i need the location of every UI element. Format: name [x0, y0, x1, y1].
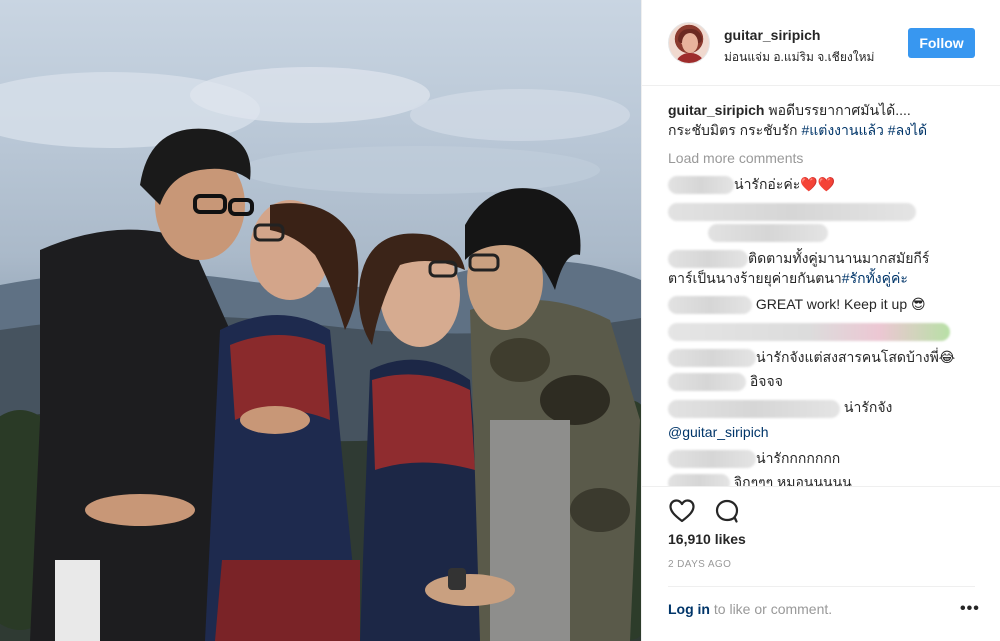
comment-item: จิกๆๆๆ หมอนนนนน: [668, 472, 977, 486]
likes-count[interactable]: 16,910 likes: [668, 531, 746, 547]
divider: [642, 486, 1000, 487]
blurred-comment: [668, 322, 950, 341]
comment-item: ติดตามทั้งคู่มานานมากสมัยกีร์ ตาร์เป็นนา…: [668, 248, 977, 288]
blurred-username: [668, 349, 756, 368]
comment-mention[interactable]: @guitar_siripich: [668, 424, 769, 440]
comment-item: [668, 320, 977, 341]
comment-text: น่ารักกกกกกก: [756, 449, 841, 466]
post-header: guitar_siripich ม่อนแจ่ม อ.แม่ริม จ.เชีย…: [642, 0, 1000, 86]
comment-item: น่ารักกกกกกก: [668, 448, 977, 468]
comment-text: จิกๆๆๆ หมอนนนนน: [733, 473, 852, 486]
photo-illustration: [0, 67, 641, 641]
login-prompt: Log in to like or comment.: [668, 601, 832, 617]
login-prompt-text: to like or comment.: [710, 601, 833, 617]
post-photo[interactable]: [0, 0, 641, 641]
caption-username[interactable]: guitar_siripich: [668, 102, 764, 118]
more-options-icon[interactable]: •••: [960, 600, 980, 618]
instagram-post: guitar_siripich ม่อนแจ่ม อ.แม่ริม จ.เชีย…: [0, 0, 1000, 641]
comment-text: ติดตามทั้งคู่มานานมากสมัยกีร์: [748, 249, 930, 266]
blurred-comment: [708, 223, 828, 242]
comment-text: น่ารักจังแต่สงสารคนโสดบ้างพี่: [756, 348, 939, 365]
comment-item: [668, 200, 977, 242]
load-more-comments[interactable]: Load more comments: [668, 148, 977, 168]
post-caption: guitar_siripich พอดีบรรยากาศมันได้.... ก…: [668, 100, 977, 140]
comment-hashtag[interactable]: #รักทั้งคู่ค่ะ: [842, 270, 908, 286]
post-sidebar: guitar_siripich ม่อนแจ่ม อ.แม่ริม จ.เชีย…: [641, 0, 1000, 641]
sunglasses-emoji: 😎: [911, 296, 926, 313]
caption-hashtag-1[interactable]: #แต่งงานแล้ว: [801, 122, 883, 138]
divider: [668, 586, 975, 587]
heart-emoji: ❤️❤️: [800, 176, 836, 192]
comment-text: อิจจจ: [749, 373, 783, 390]
comment-text: น่ารักจัง: [843, 399, 893, 416]
blurred-username: [668, 250, 748, 269]
post-actions: [668, 497, 740, 525]
header-location[interactable]: ม่อนแจ่ม อ.แม่ริม จ.เชียงใหม่: [724, 48, 874, 67]
comment-item: @guitar_siripich: [668, 422, 977, 442]
blurred-comment: [668, 202, 916, 221]
comment-text: น่ารักอ่ะค่ะ: [734, 176, 801, 192]
caption-text-1: พอดีบรรยากาศมันได้....: [768, 102, 911, 118]
header-username[interactable]: guitar_siripich: [724, 27, 820, 43]
login-link[interactable]: Log in: [668, 601, 710, 617]
comment-text: ตาร์เป็นนางร้ายยุค่ายกันตนา: [668, 270, 842, 287]
comment-item: น่ารักอ่ะค่ะ❤️❤️: [668, 174, 977, 195]
blurred-username: [668, 449, 756, 468]
post-timestamp[interactable]: 2 DAYS AGO: [668, 559, 731, 570]
blurred-username: [668, 296, 752, 315]
caption-text-2: กระชับมิตร กระชับรัก: [668, 122, 798, 138]
laughing-emoji: 😂: [938, 348, 956, 365]
blurred-username: [668, 176, 734, 195]
blurred-username: [668, 399, 840, 418]
comment-item: อิจจจ: [668, 371, 977, 392]
comment-text: GREAT work! Keep it up: [755, 296, 908, 313]
caption-hashtag-2[interactable]: #ลงได้: [888, 122, 927, 138]
comment-item: น่ารักจัง: [668, 397, 977, 418]
heart-outline-icon[interactable]: [668, 497, 695, 524]
speech-bubble-icon[interactable]: [713, 497, 740, 524]
comment-item: น่ารักจังแต่สงสารคนโสดบ้างพี่😂: [668, 347, 977, 368]
avatar[interactable]: [668, 22, 710, 64]
comments-list[interactable]: guitar_siripich พอดีบรรยากาศมันได้.... ก…: [642, 86, 1000, 486]
follow-button[interactable]: Follow: [908, 28, 975, 58]
comment-item: GREAT work! Keep it up 😎: [668, 294, 977, 315]
blurred-username: [668, 373, 746, 392]
blurred-username: [668, 474, 730, 486]
